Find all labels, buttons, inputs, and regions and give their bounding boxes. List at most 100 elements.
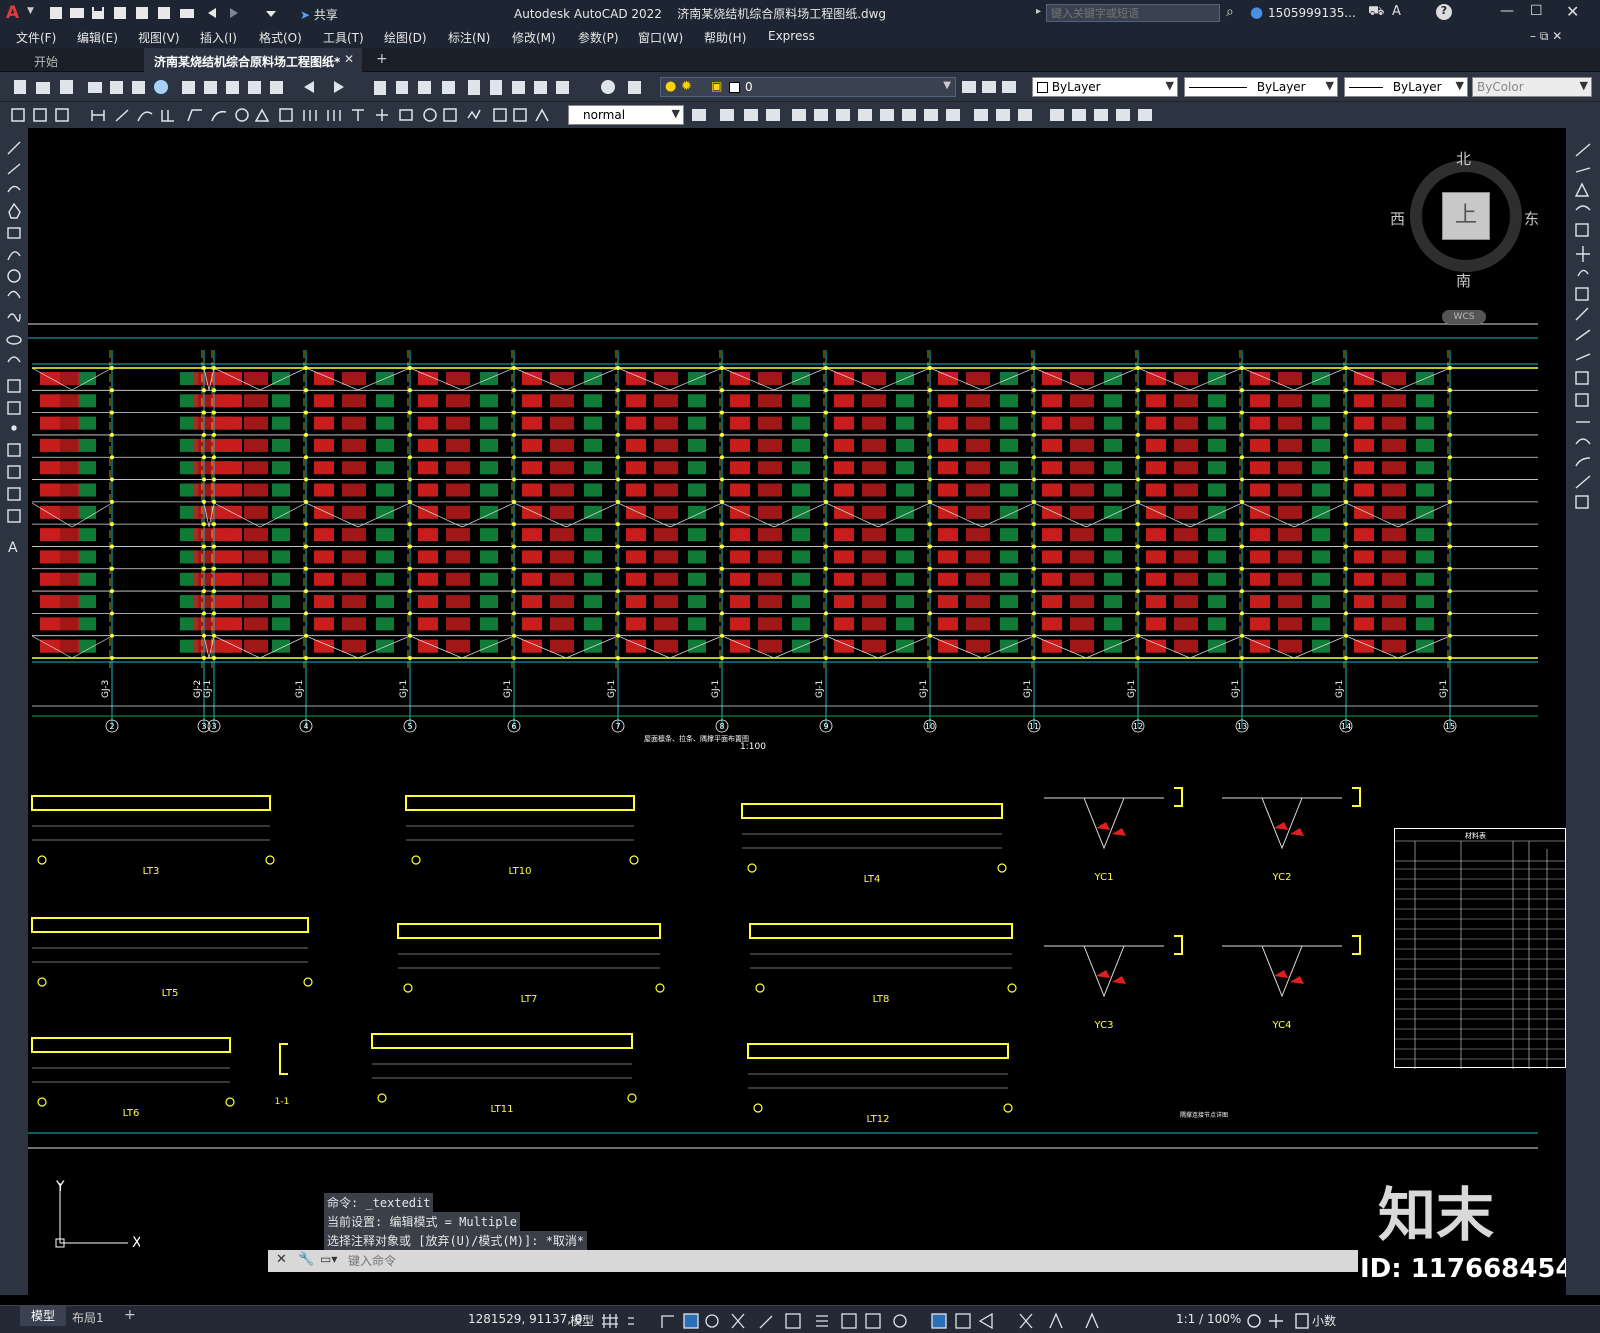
menu-window[interactable]: 窗口(W) bbox=[638, 29, 683, 46]
menu-tools[interactable]: 工具(T) bbox=[323, 29, 364, 46]
menu-draw[interactable]: 绘图(D) bbox=[384, 29, 427, 46]
detail-label: YC4 bbox=[1272, 1020, 1292, 1031]
command-close-icon[interactable]: ✕ bbox=[276, 1252, 287, 1267]
purlin-tag bbox=[584, 528, 602, 542]
layout-tab-model[interactable]: 模型 bbox=[20, 1306, 66, 1326]
node-dot bbox=[616, 656, 620, 660]
bracket-detail: YC4 bbox=[1222, 935, 1361, 1031]
user-icon[interactable]: ● bbox=[1250, 3, 1263, 21]
purlin-tag bbox=[1070, 505, 1094, 519]
user-name[interactable]: 1505999135... bbox=[1268, 6, 1356, 20]
menu-modify[interactable]: 修改(M) bbox=[512, 29, 556, 46]
purlin-tag bbox=[792, 505, 810, 519]
purlin-tag bbox=[1278, 639, 1302, 653]
purlin-tag bbox=[792, 550, 810, 564]
draw-tool-icons[interactable]: A bbox=[0, 132, 28, 572]
annotation-scale[interactable]: 1:1 / 100% bbox=[1176, 1312, 1241, 1326]
minimize-icon[interactable]: — bbox=[1500, 3, 1514, 19]
purlin-tag bbox=[1174, 505, 1198, 519]
modify-tool-icons[interactable] bbox=[690, 106, 1190, 126]
modify-side-icons[interactable] bbox=[1566, 136, 1600, 516]
menu-edit[interactable]: 编辑(E) bbox=[77, 29, 118, 46]
lineweight-dropdown[interactable]: ByLayer ▼ bbox=[1344, 77, 1468, 97]
menu-file[interactable]: 文件(F) bbox=[16, 29, 56, 46]
dimension-tool-icons[interactable] bbox=[6, 106, 566, 126]
tab-drawing[interactable]: 济南某烧结机综合原料场工程图纸* ✕ bbox=[144, 48, 362, 72]
chevron-down-icon: ▼ bbox=[1455, 79, 1464, 92]
menu-format[interactable]: 格式(O) bbox=[259, 29, 302, 46]
purlin-tag bbox=[550, 483, 574, 497]
viewcube-east[interactable]: 东 bbox=[1524, 208, 1539, 229]
close-icon[interactable]: ✕ bbox=[1566, 2, 1579, 21]
node-dot bbox=[304, 566, 308, 571]
detail-label: LT10 bbox=[508, 866, 531, 877]
command-input[interactable] bbox=[348, 1251, 1348, 1270]
node-dot bbox=[110, 522, 114, 527]
purlin-tag bbox=[314, 438, 334, 452]
tab-add-button[interactable]: + bbox=[376, 51, 388, 67]
wcs-button[interactable]: WCS bbox=[1442, 310, 1486, 324]
purlin-tag bbox=[834, 416, 854, 430]
purlin-tag bbox=[1354, 438, 1374, 452]
cad-drawing[interactable]: GJ-3 2 GJ-2 3 GJ-1 3 GJ-1 4 GJ-1 5 GJ-1 6 GJ-1 7 GJ-1 8… bbox=[28, 128, 1566, 1295]
tab-close-icon[interactable]: ✕ bbox=[344, 52, 354, 66]
truss-label: GJ-1 bbox=[1023, 680, 1033, 698]
quick-access-icons[interactable] bbox=[48, 5, 288, 21]
layer-dropdown[interactable]: ● ✹ ▣ 0 ▼ bbox=[660, 77, 956, 97]
autocad-logo-icon[interactable]: A bbox=[6, 3, 24, 23]
menu-view[interactable]: 视图(V) bbox=[138, 29, 180, 46]
purlin-tag bbox=[1278, 505, 1302, 519]
purlin-tag bbox=[1042, 550, 1062, 564]
cart-icon[interactable]: ⛟ bbox=[1368, 4, 1384, 21]
plotstyle-dropdown[interactable]: ByColor ▼ bbox=[1472, 77, 1592, 97]
node-dot bbox=[304, 432, 308, 437]
purlin-tag bbox=[1000, 461, 1018, 475]
purlin-tag bbox=[56, 394, 80, 408]
linetype-dropdown[interactable]: ByLayer ▼ bbox=[1184, 77, 1338, 97]
axis-number: 13 bbox=[1237, 722, 1247, 731]
search-input[interactable] bbox=[1046, 4, 1220, 22]
command-settings-icon[interactable]: 🔧 bbox=[298, 1252, 314, 1267]
share-button[interactable]: ➤ 共享 bbox=[300, 6, 338, 23]
autodesk-account-icon[interactable]: A bbox=[1392, 4, 1401, 19]
purlin-tag bbox=[342, 483, 366, 497]
menu-help[interactable]: 帮助(H) bbox=[704, 29, 746, 46]
purlin-tag bbox=[730, 483, 750, 497]
purlin-tag bbox=[862, 550, 886, 564]
viewcube-north[interactable]: 北 bbox=[1456, 148, 1471, 169]
node-dot bbox=[1032, 611, 1036, 616]
layout-tab-layout1[interactable]: 布局1 bbox=[72, 1309, 104, 1326]
units-display[interactable]: 小数 bbox=[1312, 1312, 1336, 1329]
viewcube-south[interactable]: 南 bbox=[1456, 270, 1471, 291]
coordinates-readout[interactable]: 1281529, 91137, 0 bbox=[468, 1312, 583, 1326]
purlin-tag bbox=[78, 528, 96, 542]
tab-start[interactable]: 开始 bbox=[34, 53, 58, 70]
menu-express[interactable]: Express bbox=[768, 29, 815, 43]
purlin-tag bbox=[1416, 617, 1434, 631]
layer-tool-icons[interactable] bbox=[960, 78, 1020, 98]
status-toggle-icons[interactable] bbox=[600, 1310, 1160, 1332]
purlin-tag bbox=[1312, 505, 1330, 519]
help-icon[interactable]: ? bbox=[1436, 4, 1452, 20]
viewcube-west[interactable]: 西 bbox=[1390, 208, 1405, 229]
menu-parametric[interactable]: 参数(P) bbox=[578, 29, 619, 46]
node-dot bbox=[824, 589, 828, 594]
menu-insert[interactable]: 插入(I) bbox=[200, 29, 237, 46]
app-menu-arrow-icon[interactable]: ▼ bbox=[27, 6, 34, 16]
purlin-tag bbox=[1000, 416, 1018, 430]
viewcube-top-face[interactable]: 上 bbox=[1442, 192, 1490, 240]
color-dropdown[interactable]: ByLayer ▼ bbox=[1032, 77, 1178, 97]
layout-tab-add[interactable]: + bbox=[124, 1307, 136, 1323]
drawing-canvas[interactable]: GJ-3 2 GJ-2 3 GJ-1 3 GJ-1 4 GJ-1 5 GJ-1 6 GJ-1 7 GJ-1 8… bbox=[28, 128, 1566, 1295]
menu-dimension[interactable]: 标注(N) bbox=[448, 29, 490, 46]
dimstyle-dropdown[interactable]: normal ▼ bbox=[568, 105, 684, 125]
tab-drawing-label: 济南某烧结机综合原料场工程图纸* bbox=[154, 55, 341, 69]
search-icon[interactable]: ⌕ bbox=[1226, 4, 1234, 20]
doc-window-controls[interactable]: – ⧉ ✕ bbox=[1530, 29, 1562, 44]
standard-tool-icons[interactable] bbox=[6, 78, 646, 98]
viewcube[interactable]: 上 北 南 西 东 WCS bbox=[1390, 148, 1539, 324]
command-prompt-icon[interactable]: ▭▾ bbox=[320, 1252, 337, 1266]
maximize-icon[interactable]: ☐ bbox=[1530, 3, 1543, 19]
purlin-tag bbox=[272, 461, 290, 475]
model-space-button[interactable]: 模型 bbox=[570, 1312, 594, 1329]
